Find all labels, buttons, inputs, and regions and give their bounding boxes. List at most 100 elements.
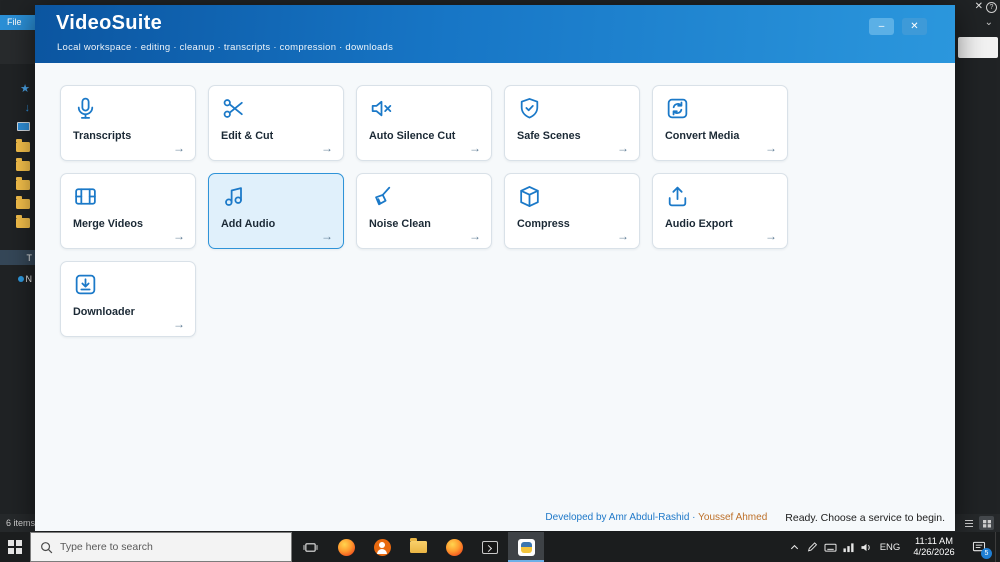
scissors-icon xyxy=(221,96,246,121)
list-view-icon[interactable] xyxy=(961,516,976,530)
thumbnail-view-icon[interactable] xyxy=(979,516,994,530)
firefox-icon xyxy=(337,538,355,556)
service-card-label: Convert Media xyxy=(665,130,740,142)
python-app-icon xyxy=(517,538,535,556)
terminal-icon xyxy=(482,540,498,554)
folder-icon[interactable] xyxy=(16,158,35,171)
service-card-label: Add Audio xyxy=(221,218,276,230)
pen-tray-button[interactable] xyxy=(803,532,821,562)
this-pc-monitor-icon[interactable] xyxy=(17,120,35,133)
services-area: Transcripts → Edit & Cut → Auto Silence … xyxy=(35,63,955,507)
service-card[interactable]: Compress → xyxy=(504,173,640,249)
action-center-button[interactable]: 5 xyxy=(963,532,995,562)
arrow-icon: → xyxy=(469,141,481,155)
videosuite-taskbar-button[interactable] xyxy=(508,532,544,562)
service-card[interactable]: Noise Clean → xyxy=(356,173,492,249)
arrow-icon: → xyxy=(469,229,481,243)
export-icon xyxy=(665,184,690,209)
arrow-icon: → xyxy=(765,229,777,243)
status-text: Ready. Choose a service to begin. xyxy=(785,511,945,524)
mute-speaker-icon xyxy=(369,96,394,121)
firefox-taskbar-button[interactable] xyxy=(328,532,364,562)
folder-icon[interactable] xyxy=(16,177,35,190)
close-button[interactable]: ✕ xyxy=(902,18,927,35)
downloads-arrow-icon[interactable]: ↓ xyxy=(25,101,36,114)
credits-author: Youssef Ahmed xyxy=(698,512,768,523)
convert-icon xyxy=(665,96,690,121)
service-card[interactable]: Auto Silence Cut → xyxy=(356,85,492,161)
arrow-icon: → xyxy=(173,317,185,331)
tree-item-network[interactable]: N xyxy=(0,271,35,286)
start-button[interactable] xyxy=(0,532,30,562)
service-card-label: Transcripts xyxy=(73,130,132,142)
items-count-label: 6 items xyxy=(6,518,36,528)
folder-icon[interactable] xyxy=(16,215,35,228)
firefox-taskbar-button-2[interactable] xyxy=(436,532,472,562)
service-card[interactable]: Edit & Cut → xyxy=(208,85,344,161)
download-icon xyxy=(73,272,98,297)
network-tray-button[interactable] xyxy=(839,532,857,562)
credits-prefix: Developed by Amr Abdul-Rashid xyxy=(545,512,690,523)
shield-icon xyxy=(517,96,542,121)
network-signal-icon xyxy=(842,542,854,552)
explorer-file-tab[interactable]: File xyxy=(0,15,35,30)
file-explorer-taskbar-button[interactable] xyxy=(400,532,436,562)
explorer-nav-pane: ★ ↓ T N xyxy=(0,82,35,286)
terminal-taskbar-button[interactable] xyxy=(472,532,508,562)
arrow-icon: → xyxy=(765,141,777,155)
service-card[interactable]: Merge Videos → xyxy=(60,173,196,249)
task-view-button[interactable] xyxy=(292,532,328,562)
explorer-ribbon-fragment xyxy=(0,30,35,64)
window-header: VideoSuite Local workspace · editing · c… xyxy=(35,5,955,63)
quick-access-star-icon[interactable]: ★ xyxy=(20,82,35,95)
service-card[interactable]: Safe Scenes → xyxy=(504,85,640,161)
people-app-icon xyxy=(373,538,391,556)
system-tray: ENG 11:11 AM 4/26/2026 5 xyxy=(785,532,1000,562)
chevron-up-icon xyxy=(790,544,798,549)
package-icon xyxy=(517,184,542,209)
app-subtitle: Local workspace · editing · cleanup · tr… xyxy=(57,42,394,53)
broom-icon xyxy=(369,184,394,209)
window-footer: Developed by Amr Abdul-Rashid · Youssef … xyxy=(35,507,955,531)
taskbar-search[interactable] xyxy=(30,532,292,562)
tray-expand-button[interactable] xyxy=(785,532,803,562)
service-card[interactable]: Transcripts → xyxy=(60,85,196,161)
arrow-icon: → xyxy=(173,229,185,243)
arrow-icon: → xyxy=(617,141,629,155)
minimize-button[interactable]: – xyxy=(869,18,894,35)
people-app-taskbar-button[interactable] xyxy=(364,532,400,562)
task-view-icon xyxy=(303,542,317,552)
explorer-search-box-fragment[interactable] xyxy=(958,37,998,58)
touch-keyboard-tray-button[interactable] xyxy=(821,532,839,562)
explorer-close-icon[interactable]: ✕ xyxy=(975,1,983,12)
pen-icon xyxy=(807,542,818,552)
arrow-icon: → xyxy=(321,229,333,243)
search-input[interactable] xyxy=(60,541,265,553)
arrow-icon: → xyxy=(173,141,185,155)
clock[interactable]: 11:11 AM 4/26/2026 xyxy=(905,532,963,562)
service-card[interactable]: Add Audio → xyxy=(208,173,344,249)
language-indicator[interactable]: ENG xyxy=(875,532,905,562)
service-card-label: Edit & Cut xyxy=(221,130,274,142)
volume-tray-button[interactable] xyxy=(857,532,875,562)
ribbon-expand-chevron-icon[interactable]: ⌄ xyxy=(985,17,993,28)
credits-separator: · xyxy=(692,512,696,523)
arrow-icon: → xyxy=(617,229,629,243)
microphone-icon xyxy=(73,96,98,121)
date-label: 4/26/2026 xyxy=(913,547,955,557)
show-desktop-button[interactable] xyxy=(995,532,1000,562)
service-card-label: Merge Videos xyxy=(73,218,144,230)
developer-credits[interactable]: Developed by Amr Abdul-Rashid · Youssef … xyxy=(545,512,767,523)
time-label: 11:11 AM xyxy=(915,536,953,546)
folder-icon[interactable] xyxy=(16,196,35,209)
service-card[interactable]: Convert Media → xyxy=(652,85,788,161)
folder-icon[interactable] xyxy=(16,139,35,152)
service-card-label: Downloader xyxy=(73,306,135,318)
help-icon[interactable]: ? xyxy=(986,2,997,13)
service-card[interactable]: Audio Export → xyxy=(652,173,788,249)
tree-item-this-pc[interactable]: T xyxy=(0,250,35,265)
service-card-label: Noise Clean xyxy=(369,218,431,230)
tree-item-label: N xyxy=(25,273,33,284)
service-card[interactable]: Downloader → xyxy=(60,261,196,337)
taskbar: ENG 11:11 AM 4/26/2026 5 xyxy=(0,532,1000,562)
